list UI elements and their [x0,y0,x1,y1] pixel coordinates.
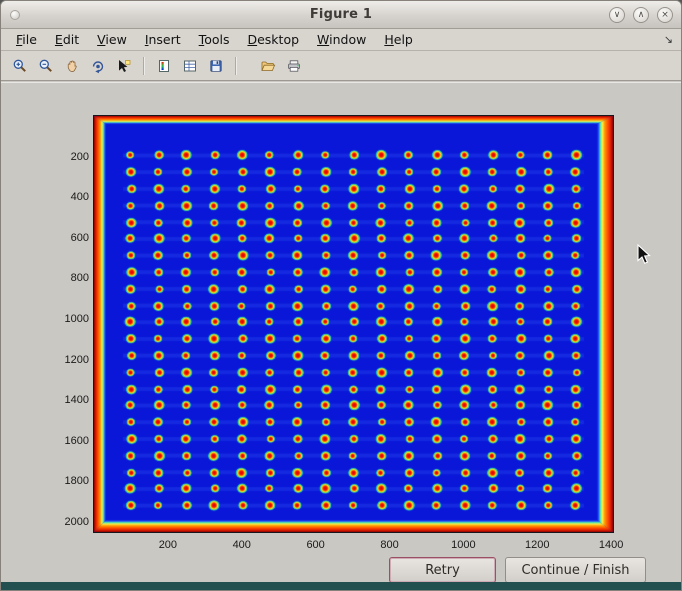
data-cursor-icon [116,58,132,74]
dock-figure-icon[interactable]: ↘ [664,33,673,46]
insert-legend-icon [182,58,198,74]
zoom-in-icon [12,58,28,74]
x-tick-label: 800 [368,538,412,552]
open-folder-icon [260,58,276,74]
y-tick-label: 2000 [43,515,89,529]
y-tick-label: 1400 [43,393,89,407]
zoom-in-button[interactable] [8,54,32,78]
maximize-button[interactable]: ∧ [633,7,649,23]
menu-bar: File Edit View Insert Tools Desktop Wind… [1,29,681,51]
print-figure-button[interactable] [282,54,306,78]
menu-window[interactable]: Window [308,30,375,49]
printer-icon [286,58,302,74]
x-tick-label: 1200 [515,538,559,552]
zoom-out-icon [38,58,54,74]
x-tick-label: 1400 [589,538,633,552]
menu-insert[interactable]: Insert [136,30,190,49]
x-tick-label: 200 [146,538,190,552]
insert-colorbar-button[interactable] [152,54,176,78]
insert-legend-button[interactable] [178,54,202,78]
titlebar[interactable]: Figure 1 ∨ ∧ × [1,1,681,29]
bottom-strip [1,582,681,590]
menu-desktop[interactable]: Desktop [238,30,308,49]
menu-help[interactable]: Help [375,30,422,49]
figure-window: Figure 1 ∨ ∧ × File Edit View Insert Too… [0,0,682,591]
pan-hand-icon [64,58,80,74]
y-tick-label: 1200 [43,353,89,367]
rotate-3d-button[interactable] [86,54,110,78]
retry-button[interactable]: Retry [389,557,496,583]
y-tick-label: 1000 [43,312,89,326]
y-tick-label: 800 [43,271,89,285]
plot-image[interactable] [94,116,613,532]
rotate-3d-icon [90,58,106,74]
shade-button[interactable]: ∨ [609,7,625,23]
close-button[interactable]: × [657,7,673,23]
y-tick-label: 600 [43,231,89,245]
y-tick-label: 200 [43,150,89,164]
save-figure-button[interactable] [204,54,228,78]
y-tick-label: 400 [43,190,89,204]
window-controls: ∨ ∧ × [609,7,673,23]
menu-tools[interactable]: Tools [190,30,239,49]
menu-edit[interactable]: Edit [46,30,88,49]
window-title: Figure 1 [1,7,681,22]
open-file-button[interactable] [256,54,280,78]
toolbar-separator [235,57,237,75]
figure-toolbar [1,51,681,81]
y-tick-label: 1600 [43,434,89,448]
data-cursor-button[interactable] [112,54,136,78]
x-tick-label: 600 [294,538,338,552]
zoom-out-button[interactable] [34,54,58,78]
x-tick-label: 1000 [441,538,485,552]
continue-finish-button[interactable]: Continue / Finish [505,557,646,583]
toolbar-separator [143,57,145,75]
save-icon [208,58,224,74]
insert-colorbar-icon [156,58,172,74]
x-tick-label: 400 [220,538,264,552]
pan-button[interactable] [60,54,84,78]
menu-view[interactable]: View [88,30,136,49]
y-tick-label: 1800 [43,474,89,488]
window-menu-icon[interactable] [10,10,20,20]
menu-file[interactable]: File [7,30,46,49]
